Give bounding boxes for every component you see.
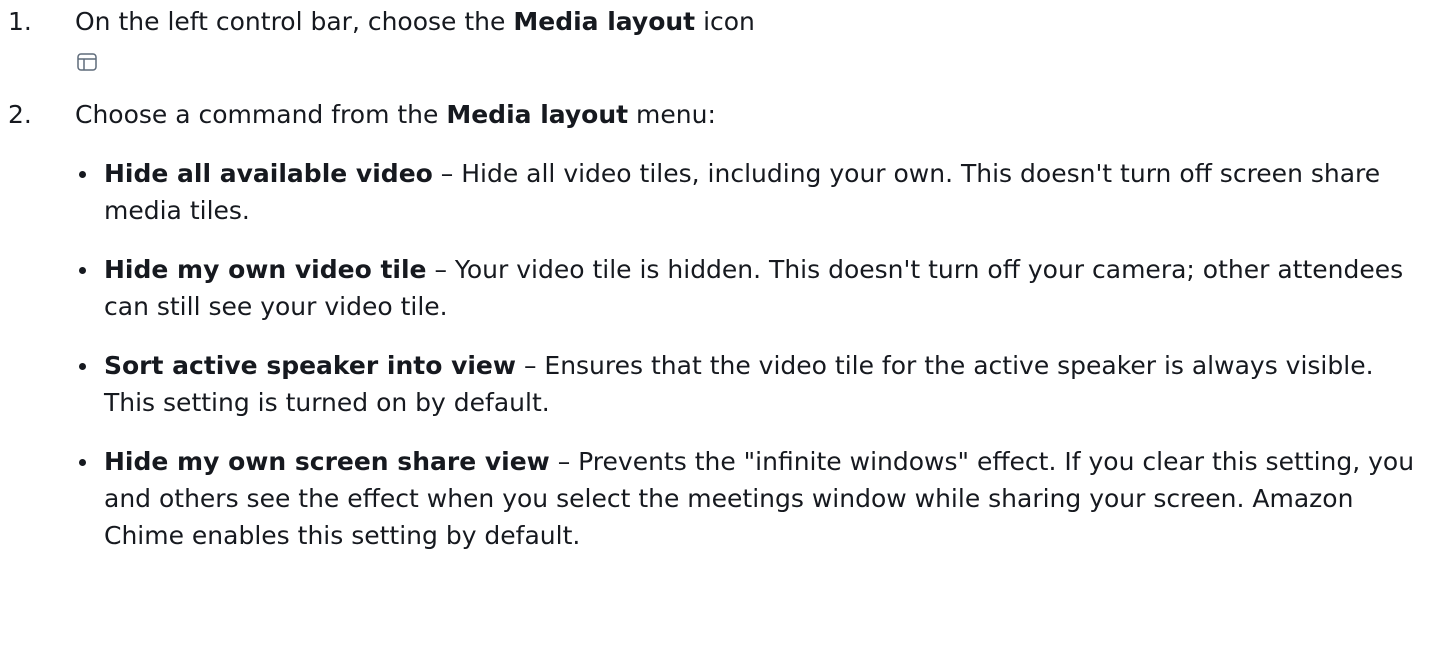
- step-bold-term: Media layout: [446, 100, 629, 129]
- command-name: Hide all available video: [104, 159, 433, 188]
- list-item-text: Sort active speaker into view – Ensures …: [104, 347, 1424, 421]
- step-text-after: icon: [695, 7, 755, 36]
- step-text-after: menu:: [628, 100, 716, 129]
- step-text: Choose a command from the Media layout m…: [75, 96, 1415, 133]
- step-bold-term: Media layout: [513, 7, 696, 36]
- step-text: On the left control bar, choose the Medi…: [75, 3, 1415, 71]
- bullet-dot: [79, 267, 86, 274]
- command-name: Hide my own video tile: [104, 255, 427, 284]
- list-item-text: Hide my own video tile – Your video tile…: [104, 251, 1424, 325]
- bullet-dot: [79, 171, 86, 178]
- step-number: 1.: [8, 7, 32, 36]
- step-number: 2.: [8, 100, 32, 129]
- media-layout-icon: [77, 53, 97, 71]
- command-name: Hide my own screen share view: [104, 447, 550, 476]
- command-name: Sort active speaker into view: [104, 351, 516, 380]
- step-text-before: Choose a command from the: [75, 100, 447, 129]
- list-item-text: Hide all available video – Hide all vide…: [104, 155, 1424, 229]
- list-item-text: Hide my own screen share view – Prevents…: [104, 443, 1424, 554]
- bullet-dot: [79, 459, 86, 466]
- step-text-before: On the left control bar, choose the: [75, 7, 514, 36]
- bullet-dot: [79, 363, 86, 370]
